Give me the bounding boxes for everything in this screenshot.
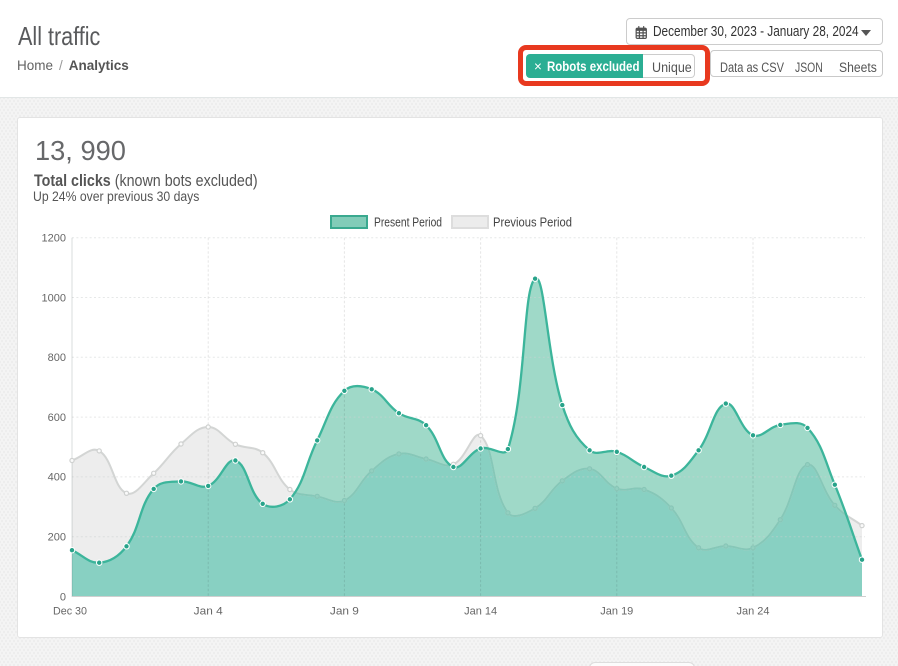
svg-text:800: 800 — [48, 352, 66, 364]
svg-text:400: 400 — [48, 472, 66, 484]
svg-text:Dec 30: Dec 30 — [53, 606, 87, 618]
svg-text:600: 600 — [48, 412, 66, 424]
svg-text:200: 200 — [48, 532, 66, 544]
svg-text:Previous Period: Previous Period — [493, 216, 572, 230]
svg-text:Jan 19: Jan 19 — [600, 606, 633, 618]
svg-text:Jan 9: Jan 9 — [330, 606, 359, 618]
svg-text:Jan 4: Jan 4 — [194, 606, 223, 618]
svg-text:1200: 1200 — [42, 233, 66, 245]
svg-text:Jan 14: Jan 14 — [464, 606, 497, 618]
svg-text:Jan 24: Jan 24 — [737, 606, 770, 618]
svg-text:Present Period: Present Period — [374, 216, 442, 230]
svg-text:1000: 1000 — [42, 292, 66, 304]
svg-text:0: 0 — [60, 591, 66, 603]
